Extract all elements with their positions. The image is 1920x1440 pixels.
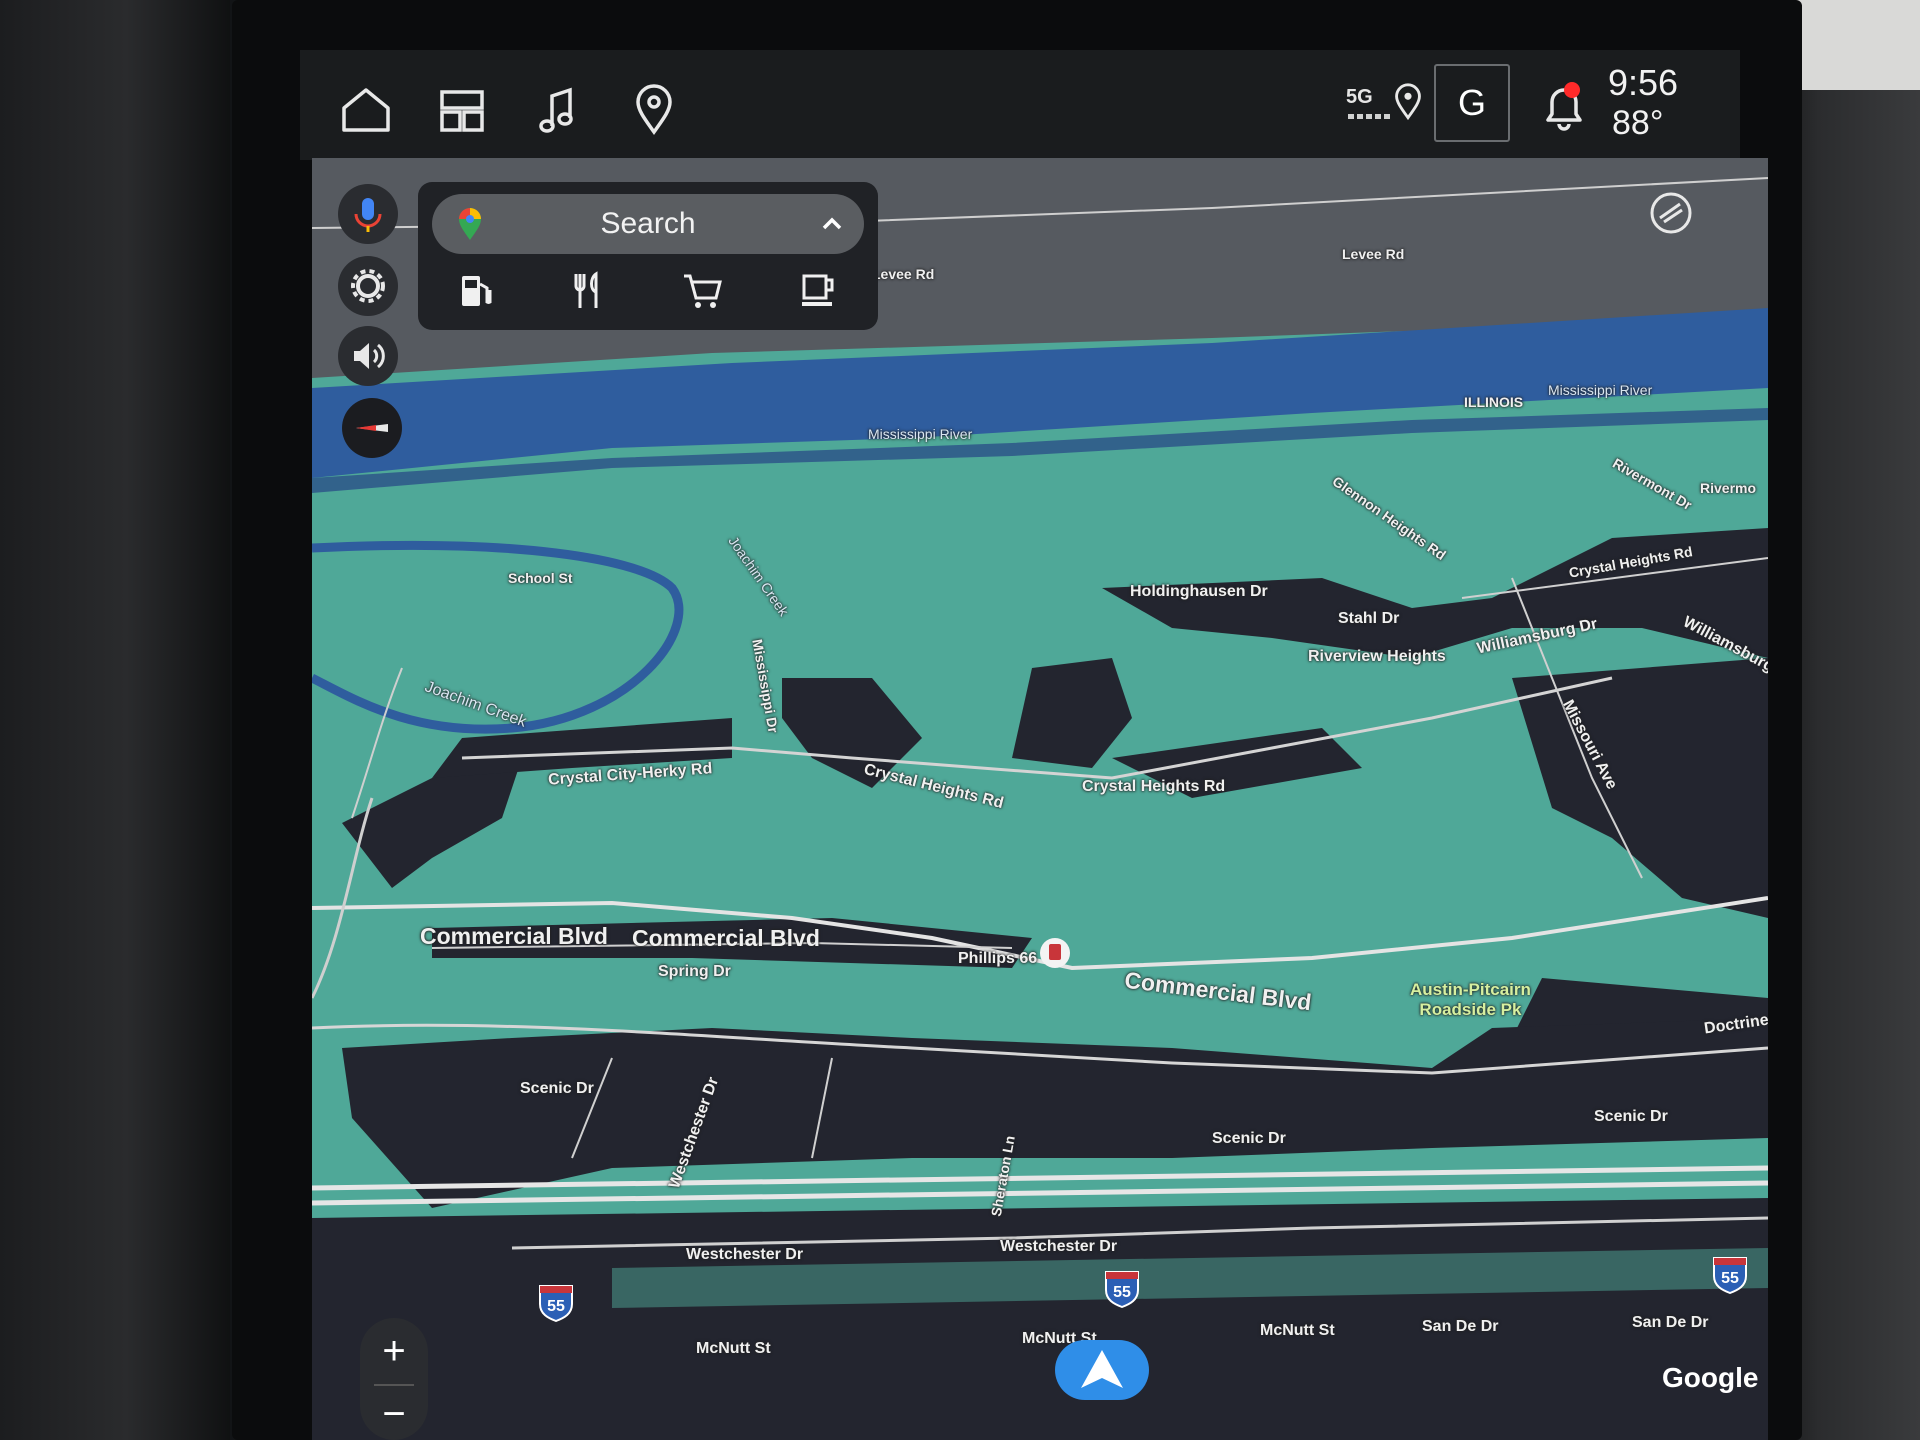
road-label: Stahl Dr xyxy=(1338,610,1400,627)
interstate-number: 55 xyxy=(547,1298,565,1315)
road-label: Westchester Dr xyxy=(1000,1238,1118,1255)
clock: 9:56 xyxy=(1608,62,1679,103)
compass-icon xyxy=(356,424,388,432)
signal-bars-icon xyxy=(1348,114,1390,119)
park-label-line-1: Austin-Pitcairn xyxy=(1410,980,1531,999)
zoom-in-button[interactable]: + xyxy=(360,1318,428,1384)
restaurant-icon[interactable] xyxy=(566,268,610,312)
interstate-shield-icon: 55 xyxy=(536,1284,576,1323)
road-label: Scenic Dr xyxy=(1212,1130,1286,1147)
park-label: Austin-Pitcairn Roadside Pk xyxy=(1410,980,1531,1020)
search-label: Search xyxy=(600,207,696,240)
road-label: San De Dr xyxy=(1632,1314,1709,1331)
outside-temperature: 88° xyxy=(1612,104,1664,142)
gas-station-poi-icon[interactable] xyxy=(1040,938,1070,968)
area-label: Riverview Heights xyxy=(1308,648,1446,665)
park-label-line-2: Roadside Pk xyxy=(1419,1000,1522,1019)
water-label: Mississippi River xyxy=(868,426,973,442)
road-label: School St xyxy=(508,570,573,586)
poi-label: Phillips 66 xyxy=(958,950,1038,967)
road-label: San De Dr xyxy=(1422,1318,1499,1335)
shopping-cart-icon[interactable] xyxy=(680,268,724,312)
road-label: Rivermo xyxy=(1700,480,1757,496)
zoom-control: + − xyxy=(360,1318,428,1440)
volume-icon xyxy=(354,343,385,369)
road-label: Levee Rd xyxy=(1342,246,1405,262)
coffee-icon[interactable] xyxy=(796,268,840,312)
gas-station-icon[interactable] xyxy=(454,268,498,312)
gps-icon xyxy=(1388,80,1428,124)
settings-icon xyxy=(351,269,385,303)
water-label: Mississippi River xyxy=(1548,382,1653,398)
zoom-out-button[interactable]: − xyxy=(360,1388,428,1440)
interstate-number: 55 xyxy=(1721,1270,1739,1287)
google-attribution: Google xyxy=(1662,1362,1759,1393)
layers-toggle-icon[interactable] xyxy=(1648,190,1694,236)
status-bar xyxy=(300,50,1740,160)
interstate-shield-icon: 55 xyxy=(1102,1270,1142,1309)
road-label: Scenic Dr xyxy=(1594,1108,1668,1125)
navigation-arrow-button[interactable] xyxy=(1055,1340,1149,1400)
voice-search-button[interactable] xyxy=(338,184,398,244)
search-box[interactable]: Search xyxy=(432,194,864,254)
road-label: Crystal Heights Rd xyxy=(1082,778,1226,795)
microphone-icon xyxy=(354,198,382,232)
state-label: ILLINOIS xyxy=(1464,394,1524,410)
zoom-divider xyxy=(374,1384,414,1386)
road-label: Holdinghausen Dr xyxy=(1130,583,1268,600)
navigation-arrow-icon xyxy=(1081,1350,1123,1388)
road-label: Spring Dr xyxy=(658,963,731,980)
road-label: Levee Rd xyxy=(872,266,935,282)
road-label: Scenic Dr xyxy=(520,1080,594,1097)
chevron-up-icon[interactable] xyxy=(818,210,846,238)
road-label: Commercial Blvd xyxy=(632,925,820,951)
network-indicator: 5G xyxy=(1346,86,1373,108)
road-label: McNutt St xyxy=(696,1340,771,1357)
compass-button[interactable] xyxy=(342,398,402,458)
search-panel: Search xyxy=(418,182,878,330)
volume-button[interactable] xyxy=(338,326,398,386)
location-pin-icon[interactable] xyxy=(626,82,682,138)
settings-button[interactable] xyxy=(338,256,398,316)
profile-button[interactable]: G xyxy=(1434,64,1510,142)
road-label: Westchester Dr xyxy=(686,1246,804,1263)
map-view[interactable]: Levee Rd Levee Rd Mississippi River Miss… xyxy=(312,158,1768,1440)
home-icon[interactable] xyxy=(338,82,394,138)
music-icon[interactable] xyxy=(530,82,586,138)
road-label: Commercial Blvd xyxy=(420,923,608,949)
road-label: McNutt St xyxy=(1260,1322,1335,1339)
dashboard-left-trim xyxy=(0,0,230,1440)
interstate-shield-icon: 55 xyxy=(1710,1256,1750,1295)
app-grid-icon[interactable] xyxy=(434,82,490,138)
interstate-number: 55 xyxy=(1113,1284,1131,1301)
notification-dot xyxy=(1564,82,1580,98)
